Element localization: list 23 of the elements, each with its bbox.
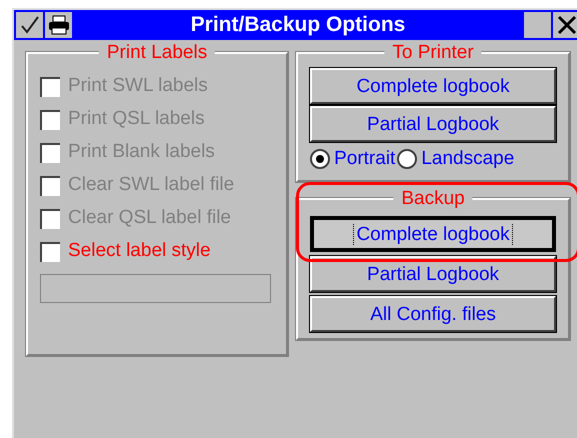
- checkbox-label: Select label style: [68, 239, 211, 264]
- check-icon[interactable]: [16, 12, 43, 38]
- action-button[interactable]: Partial Logbook: [310, 256, 556, 292]
- radio-label: Landscape: [421, 146, 514, 171]
- action-button[interactable]: Partial Logbook: [310, 106, 556, 142]
- printer-icon[interactable]: [45, 12, 72, 38]
- checkbox-label: Print SWL labels: [68, 74, 208, 98]
- input-field[interactable]: [40, 274, 271, 303]
- checkbox-label: Print Blank labels: [68, 140, 215, 164]
- checkbox[interactable]: [40, 242, 60, 262]
- radio-button[interactable]: [310, 149, 330, 169]
- group-title: Backup: [393, 187, 473, 211]
- checkbox-label: Print QSL labels: [68, 107, 205, 132]
- checkbox-label: Clear SWL label file: [68, 173, 234, 198]
- action-button[interactable]: All Config. files: [310, 296, 556, 332]
- action-button[interactable]: Complete logbook: [310, 216, 556, 252]
- action-button[interactable]: Complete logbook: [310, 68, 556, 104]
- close-icon[interactable]: [553, 12, 577, 38]
- radio-button[interactable]: [397, 149, 418, 169]
- checkbox-label: Clear QSL label file: [68, 206, 231, 230]
- window-title: Print/Backup Options: [190, 12, 406, 38]
- radio-label: Portrait: [334, 146, 396, 171]
- title-bar-blank: [524, 12, 551, 38]
